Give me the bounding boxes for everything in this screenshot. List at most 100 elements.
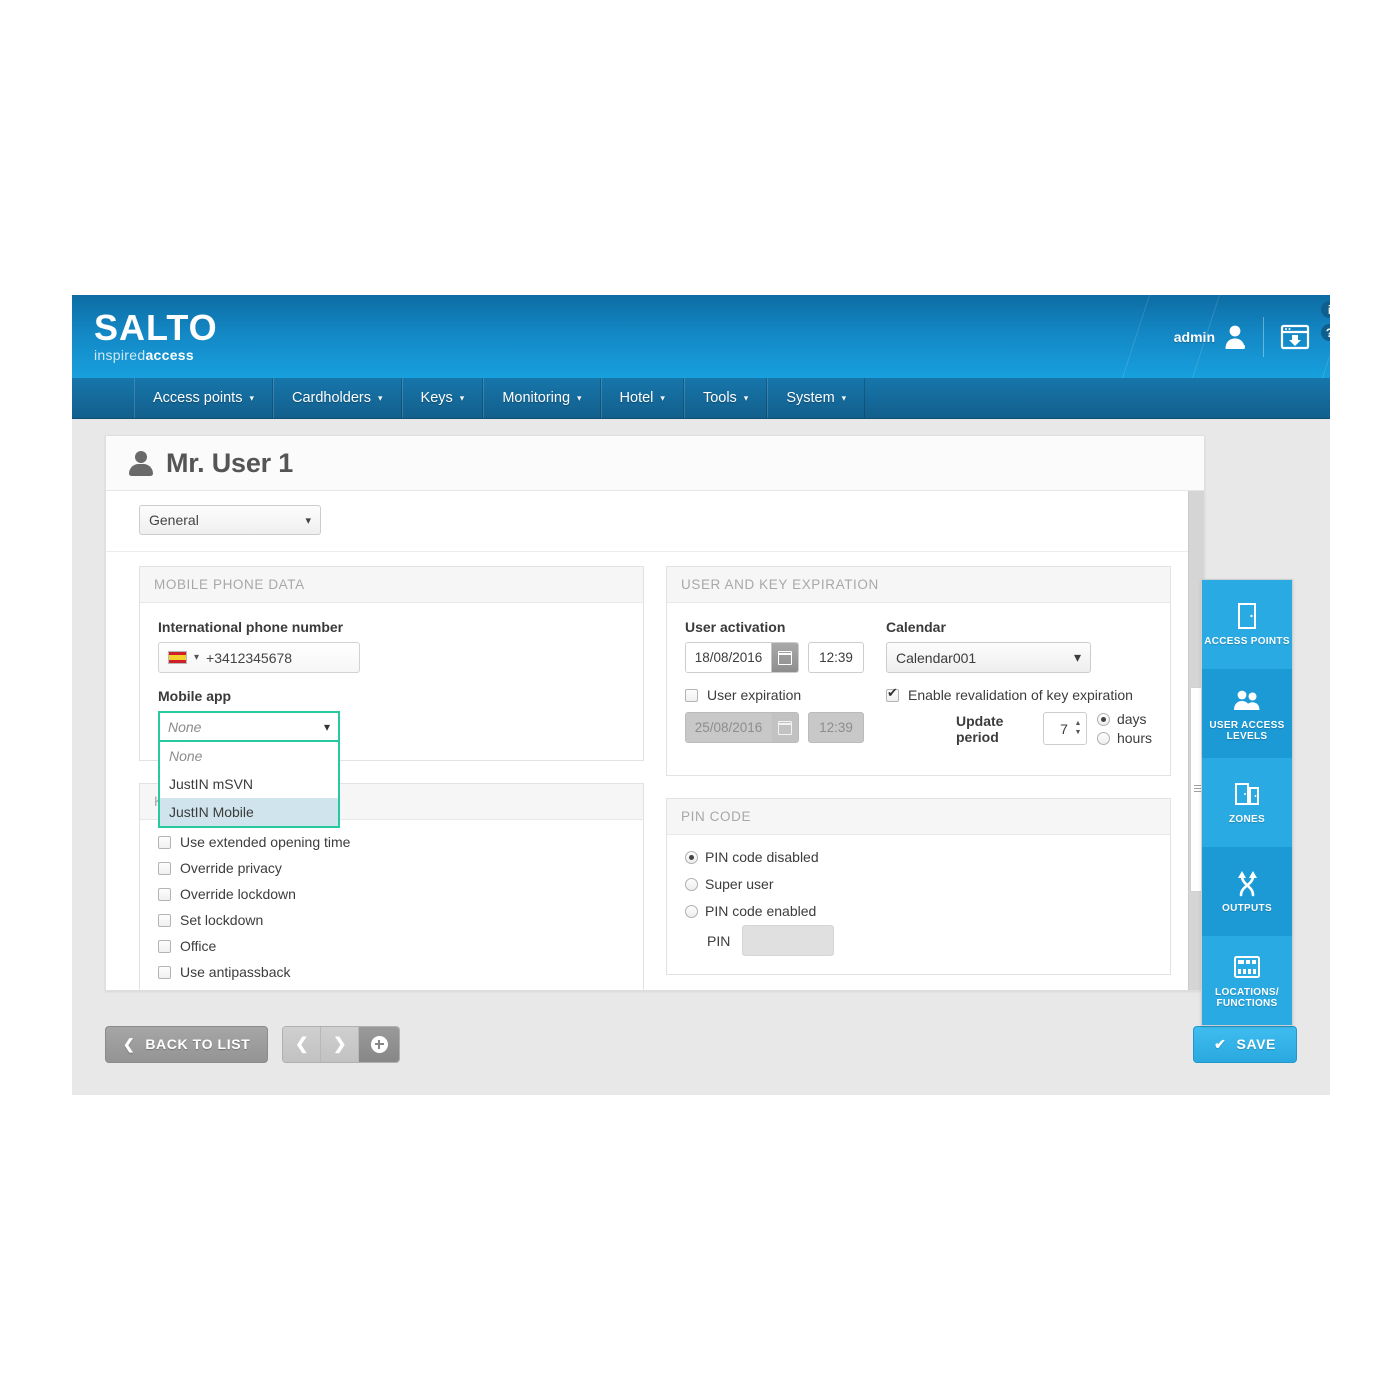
- activation-date-input[interactable]: 18/08/2016: [685, 642, 799, 673]
- panel-mobile-phone-data: MOBILE PHONE DATA International phone nu…: [139, 566, 644, 828]
- radio-label: PIN code disabled: [705, 849, 819, 865]
- phone-number-input[interactable]: ▾ +3412345678: [158, 642, 360, 673]
- checkbox-override-privacy[interactable]: Override privacy: [158, 860, 625, 876]
- checkbox-icon[interactable]: [158, 965, 171, 979]
- activation-date-value: 18/08/2016: [686, 643, 771, 672]
- checkbox-label: Office: [180, 938, 217, 954]
- menu-item-tools[interactable]: Tools ▾: [683, 378, 768, 418]
- menu-label: Tools: [702, 390, 737, 406]
- checkbox-icon[interactable]: [685, 688, 698, 702]
- stepper-down-icon[interactable]: ▼: [1075, 729, 1082, 736]
- sidebar-item-access-points[interactable]: ACCESS POINTS: [1202, 580, 1292, 669]
- door-icon: [1232, 601, 1262, 631]
- right-side-navigation: ACCESS POINTS USER ACCESS LEVELS ZONES O…: [1201, 579, 1293, 1026]
- form-column-left: MOBILE PHONE DATA International phone nu…: [139, 566, 644, 990]
- expiration-left-column: User activation 18/08/2016 12:39 User ex…: [685, 619, 864, 757]
- radio-icon[interactable]: [685, 904, 698, 918]
- radio-pin-code-enabled[interactable]: PIN code enabled: [685, 903, 1152, 919]
- back-to-list-button[interactable]: ❮ BACK TO LIST: [105, 1025, 269, 1063]
- next-record-button[interactable]: ❯: [321, 1026, 360, 1062]
- info-icon[interactable]: i: [1321, 301, 1330, 318]
- page-title-bar: Mr. User 1: [106, 436, 1204, 491]
- expiration-date-input: 25/08/2016: [685, 712, 799, 743]
- form-scroll-area: General ▾ MOBILE PHONE DATA Internationa…: [106, 491, 1204, 990]
- footer-toolbar: ❮ BACK TO LIST ❮ ❯ ✔ SAVE: [105, 1025, 1297, 1063]
- sidebar-item-zones[interactable]: ZONES: [1202, 758, 1292, 847]
- checkbox-label: Set lockdown: [180, 912, 264, 928]
- dropdown-option-justin-msvn[interactable]: JustIN mSVN: [160, 770, 338, 798]
- radio-days[interactable]: days: [1096, 711, 1152, 727]
- mobile-app-select[interactable]: None ▾: [158, 711, 340, 742]
- cardholder-detail-card: Mr. User 1 General ▾ MOBILE PHONE DATA I…: [105, 435, 1205, 991]
- menu-item-system[interactable]: System ▾: [767, 378, 866, 418]
- checkbox-enable-revalidation[interactable]: Enable revalidation of key expiration: [886, 686, 1152, 703]
- update-period-stepper[interactable]: 7 ▲ ▼: [1042, 712, 1087, 745]
- user-expiration-datetime: 25/08/2016 12:39: [685, 712, 864, 743]
- sidebar-item-label: USER ACCESS LEVELS: [1209, 720, 1284, 743]
- checkbox-use-antipassback[interactable]: Use antipassback: [158, 964, 625, 980]
- chevron-down-icon[interactable]: ▾: [194, 652, 199, 663]
- stepper-arrows[interactable]: ▲ ▼: [1073, 720, 1086, 736]
- checkbox-icon[interactable]: [158, 939, 171, 953]
- pin-input[interactable]: [742, 925, 835, 956]
- panel-title: PIN CODE: [667, 799, 1170, 835]
- radio-icon[interactable]: [1096, 712, 1110, 726]
- activation-time-input[interactable]: 12:39: [808, 642, 864, 673]
- sidebar-item-label: ACCESS POINTS: [1204, 636, 1290, 648]
- previous-record-button[interactable]: ❮: [283, 1026, 322, 1062]
- checkbox-icon[interactable]: [158, 887, 171, 901]
- radio-super-user[interactable]: Super user: [685, 876, 1152, 892]
- menu-label: Keys: [420, 390, 453, 406]
- double-door-icon: [1232, 779, 1262, 809]
- users-icon: [1232, 685, 1262, 715]
- update-period-value: 7: [1060, 720, 1068, 737]
- menu-item-access-points[interactable]: Access points ▾: [134, 378, 273, 418]
- menu-item-hotel[interactable]: Hotel ▾: [600, 378, 684, 418]
- user-icon[interactable]: [1223, 324, 1247, 350]
- download-window-icon[interactable]: [1280, 324, 1310, 350]
- checkbox-icon[interactable]: [158, 861, 171, 875]
- sidebar-item-user-access-levels[interactable]: USER ACCESS LEVELS: [1202, 669, 1292, 758]
- section-select-general[interactable]: General ▾: [139, 505, 321, 535]
- menu-item-monitoring[interactable]: Monitoring ▾: [483, 378, 601, 418]
- section-selector-row: General ▾: [106, 491, 1204, 552]
- panel-body: PIN code disabled Super user PIN code en…: [667, 835, 1170, 974]
- stepper-up-icon[interactable]: ▲: [1075, 720, 1082, 727]
- calendar-select[interactable]: Calendar001 ▾: [886, 642, 1091, 673]
- radio-icon[interactable]: [1096, 731, 1110, 745]
- checkbox-label: Use antipassback: [180, 964, 291, 980]
- expiration-time-input: 12:39: [808, 712, 864, 743]
- checkbox-office[interactable]: Office: [158, 938, 625, 954]
- chevron-down-icon: ▾: [841, 392, 847, 403]
- chevron-down-icon: ▾: [378, 392, 383, 403]
- sidebar-label-line1: USER ACCESS: [1209, 719, 1285, 731]
- checkbox-user-expiration[interactable]: User expiration: [685, 687, 864, 703]
- save-button[interactable]: ✔ SAVE: [1193, 1025, 1297, 1063]
- calendar-icon[interactable]: [771, 643, 798, 672]
- salto-logo[interactable]: SALTO inspiredaccess: [94, 307, 218, 364]
- add-record-button[interactable]: [359, 1026, 400, 1062]
- help-icon[interactable]: ?: [1321, 324, 1330, 341]
- dropdown-option-justin-mobile[interactable]: JustIN Mobile: [160, 798, 338, 826]
- radio-icon[interactable]: [685, 850, 698, 864]
- sidebar-item-outputs[interactable]: OUTPUTS: [1202, 847, 1292, 936]
- checkbox-use-extended-opening-time[interactable]: Use extended opening time: [158, 834, 625, 850]
- radio-pin-code-disabled[interactable]: PIN code disabled: [685, 849, 1152, 865]
- checkbox-set-lockdown[interactable]: Set lockdown: [158, 912, 625, 928]
- sidebar-item-locations-functions[interactable]: LOCATIONS/FUNCTIONS: [1202, 936, 1292, 1025]
- logo-tagline: inspiredaccess: [94, 347, 218, 363]
- checkbox-icon[interactable]: [158, 835, 171, 849]
- chevron-down-icon: ▾: [577, 392, 582, 403]
- menu-label: Hotel: [619, 390, 654, 406]
- menu-label: System: [786, 390, 835, 406]
- radio-icon[interactable]: [685, 877, 698, 891]
- radio-hours[interactable]: hours: [1096, 730, 1152, 746]
- checkbox-icon[interactable]: [886, 686, 899, 702]
- menu-item-keys[interactable]: Keys ▾: [401, 378, 484, 418]
- checkbox-override-lockdown[interactable]: Override lockdown: [158, 886, 625, 902]
- logo-wordmark: SALTO: [94, 307, 218, 348]
- menu-item-cardholders[interactable]: Cardholders ▾: [273, 378, 402, 418]
- dropdown-option-none[interactable]: None: [160, 742, 338, 770]
- sidebar-label-line1: LOCATIONS/: [1215, 986, 1279, 998]
- checkbox-icon[interactable]: [158, 913, 171, 927]
